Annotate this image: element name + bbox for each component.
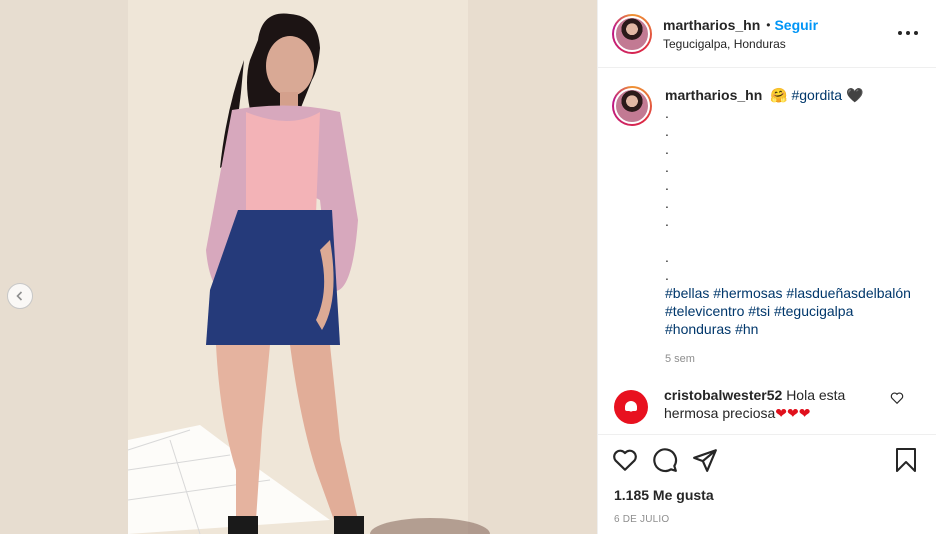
caption-dot: . [665,177,669,193]
profile-avatar[interactable] [612,13,652,54]
bookmark-icon[interactable] [894,447,918,473]
hashtag-list: #bellas #hermosas #lasdueñasdelbalón #te… [665,284,915,338]
hashtag-link[interactable]: #gordita [791,87,842,103]
commenter-username[interactable]: cristobalwester52 [664,387,782,403]
likes-count[interactable]: 1.185 Me gusta [598,484,936,506]
caption-dot: . [665,123,669,139]
avatar-image [614,15,650,52]
caption-username[interactable]: martharios_hn [665,87,762,103]
location-link[interactable]: Tegucigalpa, Honduras [663,37,818,51]
comment-like-icon[interactable] [890,391,904,405]
commenter-avatar[interactable] [614,390,648,424]
post-header: martharios_hn • Seguir Tegucigalpa, Hond… [598,0,936,68]
comments-section: martharios_hn 🤗 #gordita 🖤 . . . . . . .… [598,68,936,434]
black-heart-emoji: 🖤 [845,87,864,103]
hashtag-link[interactable]: #hn [735,321,758,337]
caption-dot: . [665,105,669,121]
caption-text: martharios_hn 🤗 #gordita 🖤 . . . . . . .… [665,86,915,368]
caption-time[interactable]: 5 sem [665,350,915,368]
caption-dot: . [665,195,669,211]
hashtag-link[interactable]: #lasdueñasdelbalón [786,285,911,301]
caption: martharios_hn 🤗 #gordita 🖤 . . . . . . .… [612,86,922,368]
heart-icon[interactable] [612,447,638,473]
more-options-icon[interactable] [898,26,918,40]
post-photo [0,0,597,534]
chevron-left-icon [16,291,23,301]
caption-dot: . [665,141,669,157]
action-bar [598,434,936,484]
comment-icon[interactable] [652,447,678,473]
header-top: martharios_hn • Seguir [663,17,818,33]
hashtag-link[interactable]: #tegucigalpa [774,303,853,319]
hashtag-link[interactable]: #hermosas [713,285,782,301]
comment-item: cristobalwester52 Hola esta hermosa prec… [612,386,922,424]
comment-text: cristobalwester52 Hola esta hermosa prec… [664,386,869,424]
previous-image-button[interactable] [7,283,33,309]
hug-emoji: 🤗 [770,87,788,103]
caption-dot: . [665,213,669,229]
hashtag-link[interactable]: #bellas [665,285,709,301]
hashtag-link[interactable]: #televicentro [665,303,744,319]
caption-avatar[interactable] [612,86,652,126]
post-media[interactable] [0,0,597,534]
username-link[interactable]: martharios_hn [663,17,760,33]
follow-button[interactable]: Seguir [774,17,818,33]
header-text: martharios_hn • Seguir Tegucigalpa, Hond… [663,17,818,51]
separator-dot: • [766,17,771,32]
caption-blank [665,230,915,248]
share-icon[interactable] [692,447,718,473]
caption-dot: . [665,159,669,175]
post-date[interactable]: 6 DE JULIO [598,506,936,534]
avatar-image [614,88,650,124]
red-hearts-emoji: ❤❤❤ [775,405,811,421]
instagram-post: martharios_hn • Seguir Tegucigalpa, Hond… [0,0,936,534]
post-sidebar: martharios_hn • Seguir Tegucigalpa, Hond… [597,0,936,534]
hashtag-link[interactable]: #honduras [665,321,731,337]
caption-dot: . [665,267,669,283]
caption-dot: . [665,249,669,265]
hashtag-link[interactable]: #tsi [748,303,770,319]
